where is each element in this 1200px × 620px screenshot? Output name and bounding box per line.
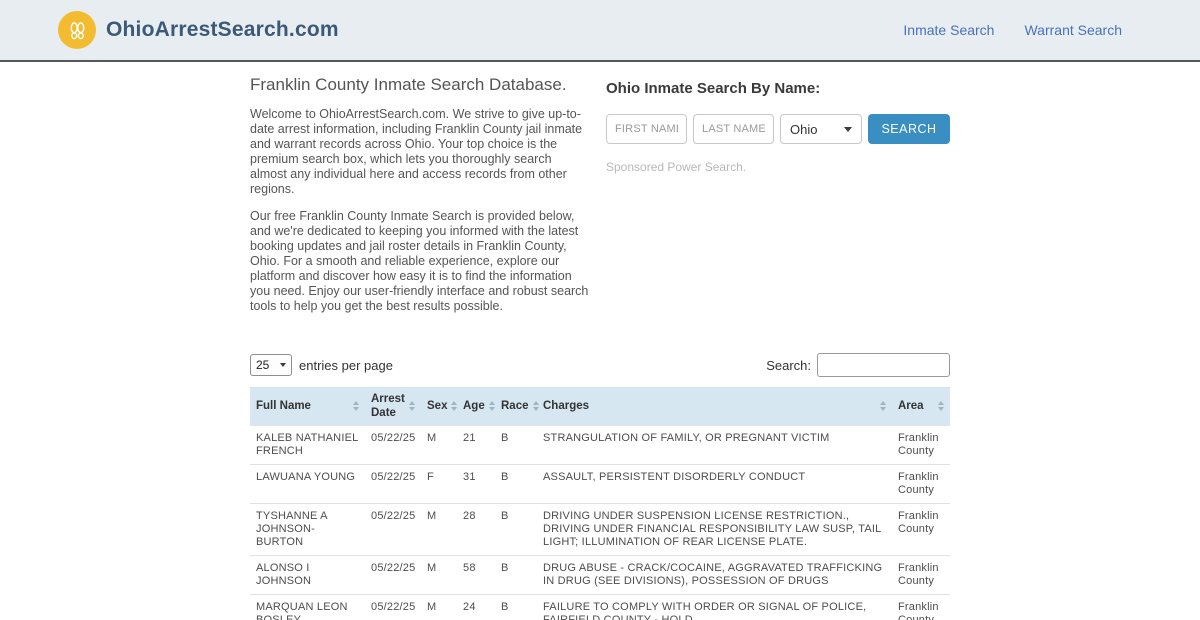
inmate-table-body: KALEB NATHANIEL FRENCH 05/22/25 M 21 B STRANG… (250, 425, 950, 620)
table-row: KALEB NATHANIEL FRENCH 05/22/25 M 21 B STRANG… (250, 425, 950, 465)
entries-per-page: 25 entries per page (250, 354, 393, 376)
sort-icon[interactable] (451, 401, 458, 411)
cell-sex: M (427, 562, 437, 574)
table-search-input[interactable] (817, 353, 950, 377)
nav-inmate-search[interactable]: Inmate Search (903, 22, 994, 38)
search-button[interactable]: SEARCH (868, 114, 950, 144)
site-header: OhioArrestSearch.com Inmate Search Warra… (0, 0, 1200, 62)
cell-area: Franklin County (898, 471, 939, 496)
column-header-sex[interactable]: Sex (421, 387, 458, 426)
cell-arrest-date: 05/22/25 (371, 601, 416, 613)
cell-sex: M (427, 601, 437, 613)
cell-arrest-date: 05/22/25 (371, 432, 416, 444)
cell-age: 28 (463, 510, 476, 522)
cell-age: 21 (463, 432, 476, 444)
entries-select[interactable]: 25 (250, 354, 292, 376)
intro-section: Franklin County Inmate Search Database. … (250, 62, 950, 326)
state-select[interactable]: Ohio (780, 114, 862, 144)
entries-label: entries per page (299, 357, 393, 373)
cell-full-name: MARQUAN LEON BOSLEY (256, 601, 348, 620)
column-header-age[interactable]: Age (457, 387, 495, 426)
cell-area: Franklin County (898, 510, 939, 535)
page-container: Franklin County Inmate Search Database. … (250, 62, 950, 620)
table-row: LAWUANA YOUNG 05/22/25 F 31 B ASSAULT, PERSIS… (250, 464, 950, 504)
chevron-down-icon (280, 363, 286, 367)
sort-icon[interactable] (409, 401, 415, 411)
cell-race: B (501, 471, 509, 483)
cell-race: B (501, 432, 509, 444)
cell-charges: DRUG ABUSE - CRACK/COCAINE, AGGRAVATED T… (543, 562, 883, 587)
sort-icon[interactable] (938, 401, 944, 411)
cell-sex: F (427, 471, 434, 483)
column-header-race[interactable]: Race (495, 387, 539, 426)
cell-area: Franklin County (898, 432, 939, 457)
table-search-label: Search: (766, 357, 811, 373)
page-title: Franklin County Inmate Search Database. (250, 75, 567, 94)
cell-age: 24 (463, 601, 476, 613)
intro-paragraph: Our free Franklin County Inmate Search i… (250, 209, 589, 313)
table-row: TYSHANNE A JOHNSON-BURTON 05/22/25 M 28 B DRI… (250, 503, 950, 556)
sort-icon[interactable] (532, 401, 539, 411)
inmate-table: Full Name Arrest Date Sex Age Race Charg… (250, 387, 950, 620)
cell-race: B (501, 510, 509, 522)
cell-arrest-date: 05/22/25 (371, 510, 416, 522)
cell-full-name: ALONSO I JOHNSON (256, 562, 312, 587)
nav-warrant-search[interactable]: Warrant Search (1024, 22, 1122, 38)
table-search: Search: (766, 353, 950, 377)
cell-age: 58 (463, 562, 476, 574)
top-nav: Inmate Search Warrant Search (903, 22, 1122, 38)
handcuffs-icon (58, 11, 96, 49)
cell-charges: DRIVING UNDER SUSPENSION LICENSE RESTRIC… (543, 510, 882, 548)
table-row: MARQUAN LEON BOSLEY 05/22/25 M 24 B FAILURE T… (250, 594, 950, 620)
name-search-panel: Ohio Inmate Search By Name: Ohio SEARCH … (606, 72, 950, 326)
last-name-input[interactable] (693, 114, 774, 144)
cell-full-name: LAWUANA YOUNG (256, 471, 356, 483)
sponsored-note: Sponsored Power Search. (606, 160, 747, 174)
table-controls: 25 entries per page Search: (250, 353, 950, 377)
cell-full-name: KALEB NATHANIEL FRENCH (256, 432, 359, 457)
sort-icon[interactable] (353, 401, 359, 411)
cell-race: B (501, 601, 509, 613)
table-row: ALONSO I JOHNSON 05/22/25 M 58 B DRUG ABUSE -… (250, 555, 950, 595)
sort-icon[interactable] (880, 401, 886, 411)
name-search-title: Ohio Inmate Search By Name: (606, 80, 821, 97)
column-header-arrest-date[interactable]: Arrest Date (365, 387, 421, 426)
column-header-full-name[interactable]: Full Name (250, 387, 365, 426)
sort-icon[interactable] (488, 401, 495, 411)
cell-charges: FAILURE TO COMPLY WITH ORDER OR SIGNAL O… (543, 601, 867, 620)
cell-sex: M (427, 432, 437, 444)
first-name-input[interactable] (606, 114, 687, 144)
name-search-form: Ohio SEARCH (606, 114, 950, 144)
cell-arrest-date: 05/22/25 (371, 471, 416, 483)
inmate-table-header: Full Name Arrest Date Sex Age Race Charg… (250, 387, 950, 426)
cell-full-name: TYSHANNE A JOHNSON-BURTON (256, 510, 328, 548)
cell-area: Franklin County (898, 601, 939, 620)
brand-name: OhioArrestSearch.com (106, 18, 339, 41)
intro-paragraph: Welcome to OhioArrestSearch.com. We stri… (250, 107, 583, 196)
column-header-area[interactable]: Area (892, 387, 950, 426)
cell-charges: ASSAULT, PERSISTENT DISORDERLY CONDUCT (543, 471, 806, 483)
cell-arrest-date: 05/22/25 (371, 562, 416, 574)
entries-select-value: 25 (256, 358, 270, 372)
brand-logo[interactable]: OhioArrestSearch.com (58, 11, 339, 49)
cell-race: B (501, 562, 509, 574)
cell-charges: STRANGULATION OF FAMILY, OR PREGNANT VIC… (543, 432, 830, 444)
cell-area: Franklin County (898, 562, 939, 587)
cell-age: 31 (463, 471, 476, 483)
cell-sex: M (427, 510, 437, 522)
column-header-charges[interactable]: Charges (537, 387, 892, 426)
state-select-value: Ohio (790, 121, 818, 137)
chevron-down-icon (844, 126, 852, 132)
intro-text-column: Franklin County Inmate Search Database. … (250, 72, 590, 326)
